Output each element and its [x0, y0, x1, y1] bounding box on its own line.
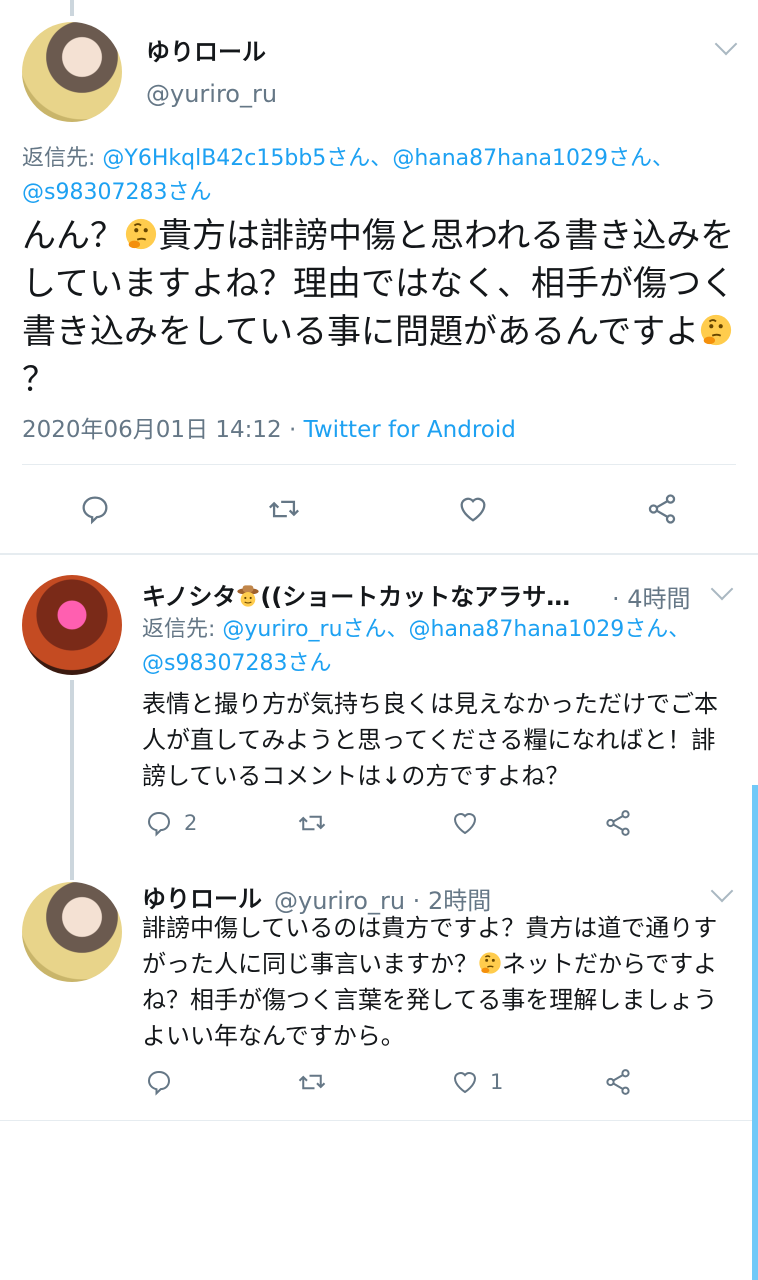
avatar[interactable] — [22, 22, 122, 122]
tweet-text: 誹謗中傷しているのは貴方ですよ？貴方は道で通りすがった人に同じ事言いますか？ ネッ… — [142, 910, 732, 1054]
reply-icon — [82, 496, 108, 525]
section-separator — [0, 553, 758, 555]
tweet-meta: 2020年06月01日 14:12 · Twitter for Android — [22, 410, 516, 444]
reply-button[interactable]: 2 — [144, 808, 197, 838]
thinking-emoji — [125, 218, 157, 250]
retweet-icon — [298, 815, 326, 831]
mention-link[interactable]: @hana87hana1029さん、 — [392, 146, 674, 171]
mention-link[interactable]: @hana87hana1029さん、 — [409, 617, 691, 642]
scrollbar[interactable] — [752, 785, 758, 1280]
cowboy-emoji — [237, 585, 259, 607]
mention-link[interactable]: @s98307283さん — [22, 180, 211, 205]
handle[interactable]: @yuriro_ru — [146, 80, 277, 108]
like-icon — [460, 497, 486, 522]
client-link[interactable]: Twitter for Android — [304, 417, 516, 443]
share-icon — [648, 494, 676, 524]
retweet-icon — [298, 1074, 326, 1090]
avatar[interactable] — [22, 882, 122, 982]
display-name[interactable]: キノシタ ((ショートカットなアラサ… — [142, 577, 570, 612]
share-button[interactable] — [645, 492, 679, 526]
thread-line — [70, 680, 74, 880]
thinking-emoji — [479, 952, 501, 974]
share-icon — [606, 810, 630, 836]
reply-button[interactable] — [144, 1067, 174, 1097]
tweet-text-part: ？ — [22, 360, 56, 400]
like-button[interactable]: 1 — [450, 1067, 503, 1097]
retweet-button[interactable] — [266, 492, 302, 526]
like-button[interactable] — [456, 492, 490, 526]
mention-link[interactable]: @Y6HkqlB42c15bb5さん、 — [102, 146, 392, 171]
divider — [22, 464, 736, 465]
share-button[interactable] — [603, 1067, 633, 1097]
avatar[interactable] — [22, 575, 122, 675]
reply-icon — [147, 811, 171, 837]
reply-button[interactable] — [78, 492, 112, 526]
like-count: 1 — [490, 1070, 504, 1094]
mention-link[interactable]: @s98307283さん — [142, 651, 331, 676]
timestamp: 2020年06月01日 14:12 · — [22, 417, 304, 443]
timestamp: · 4時間 — [612, 585, 691, 613]
main-tweet: ゆりロール @yuriro_ru 返信先: @Y6HkqlB42c15bb5さん… — [0, 0, 758, 553]
reply-to-label: 返信先: — [142, 617, 223, 642]
reply-to-line: 返信先: @yuriro_ruさん、@hana87hana1029さん、 @s9… — [142, 613, 742, 681]
like-icon — [453, 1072, 477, 1094]
tweet-text: んん？ 貴方は誹謗中傷と思われる書き込みをしていますよね？理由ではなく、相手が傷つ… — [22, 212, 737, 404]
section-separator — [0, 1120, 758, 1121]
reply-icon — [147, 1070, 171, 1096]
tweet-text: 表情と撮り方が気持ち良くは見えなかっただけでご本人が直してみようと思ってくださる… — [142, 690, 718, 790]
reply-to-label: 返信先: — [22, 146, 103, 171]
display-name[interactable]: ゆりロール — [146, 32, 266, 67]
mention-link[interactable]: @yuriro_ruさん、 — [222, 617, 408, 642]
tweet-text-part: んん？ — [22, 216, 124, 256]
retweet-button[interactable] — [296, 1067, 328, 1097]
like-icon — [453, 813, 477, 835]
display-name[interactable]: ゆりロール — [142, 879, 262, 914]
retweet-icon — [269, 500, 299, 518]
reply-count: 2 — [184, 811, 198, 835]
share-button[interactable] — [603, 808, 633, 838]
chevron-down-icon[interactable] — [714, 32, 738, 56]
chevron-down-icon[interactable] — [710, 879, 734, 903]
reply-to-line: 返信先: @Y6HkqlB42c15bb5さん、@hana87hana1029さ… — [22, 142, 737, 210]
display-name-part: キノシタ — [142, 583, 237, 611]
retweet-button[interactable] — [296, 808, 328, 838]
display-name-part: ((ショートカットなアラサ… — [260, 583, 571, 611]
thinking-emoji — [701, 314, 732, 346]
share-icon — [606, 1069, 630, 1095]
chevron-down-icon[interactable] — [710, 577, 734, 601]
like-button[interactable] — [450, 808, 480, 838]
